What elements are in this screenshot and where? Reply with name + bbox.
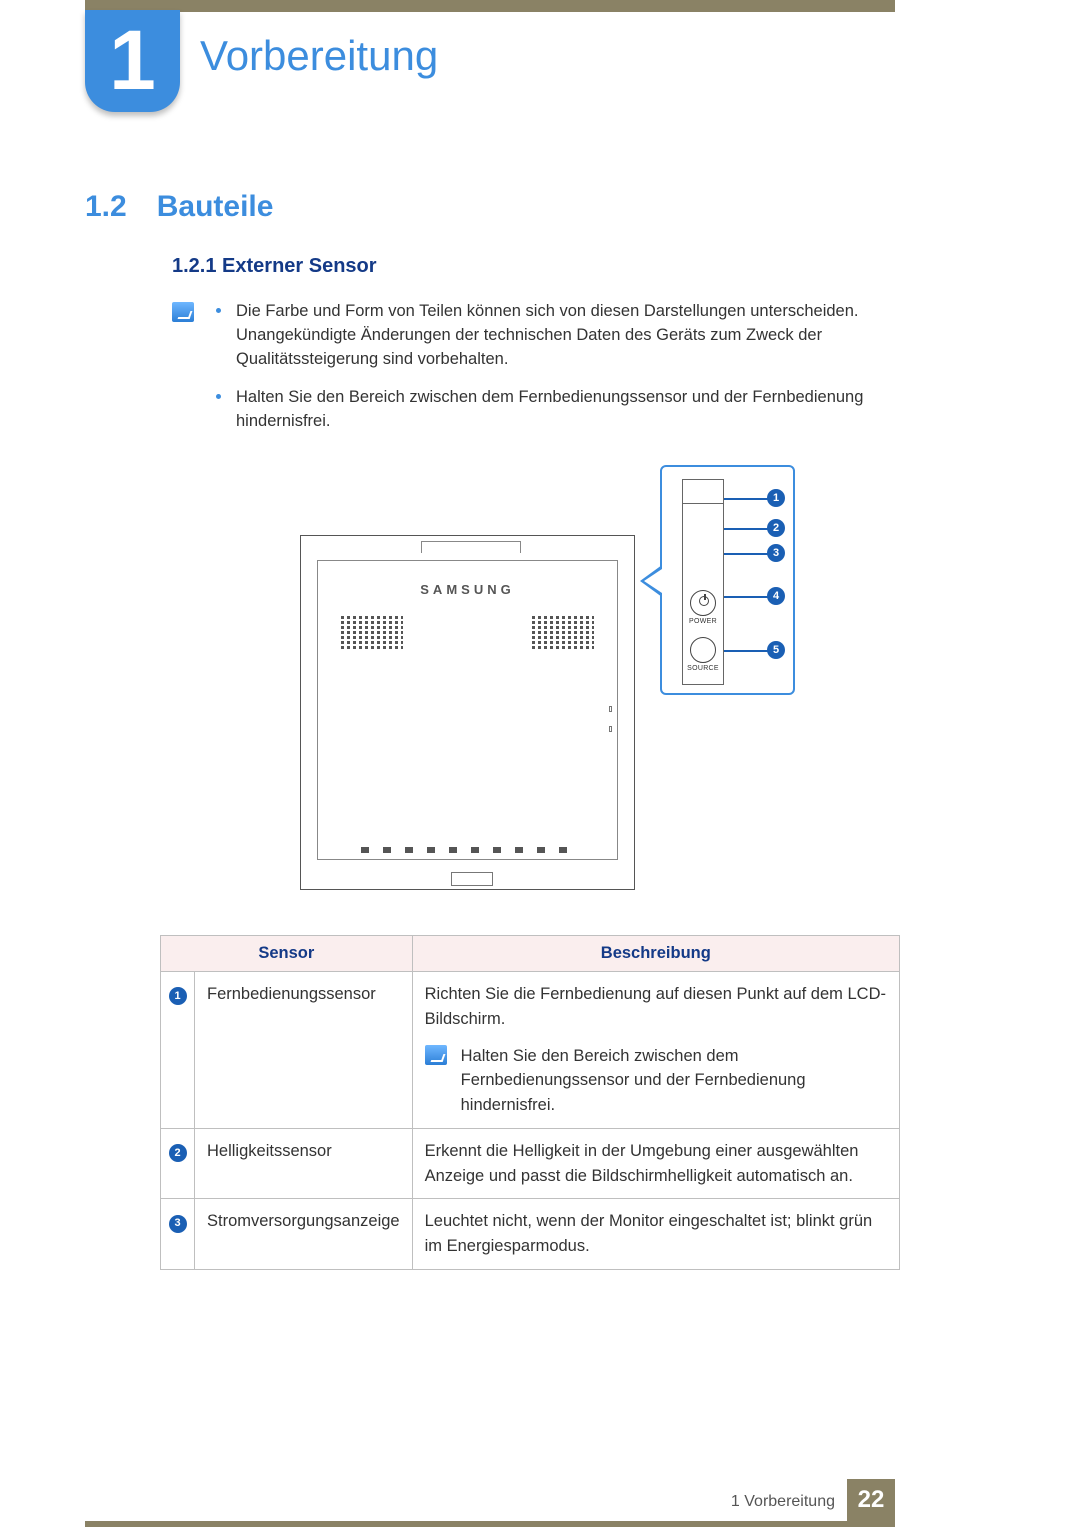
chapter-title: Vorbereitung [200, 32, 438, 80]
row-num-badge: 1 [169, 987, 187, 1005]
row-name: Fernbedienungssensor [195, 972, 413, 1129]
page-top-stripe [85, 0, 895, 12]
section-heading: 1.2 Bauteile [85, 190, 273, 224]
sensor-diagram: SAMSUNG POWER SOURCE 1 2 3 4 5 [275, 455, 795, 915]
page-bottom-stripe [85, 1521, 895, 1527]
power-button-graphic [690, 590, 716, 616]
chapter-number-badge: 1 [85, 10, 180, 112]
source-button-graphic [690, 637, 716, 663]
subsection-number: 1.2.1 [172, 255, 216, 277]
section-title: Bauteile [157, 190, 274, 224]
brand-label: SAMSUNG [301, 582, 634, 597]
subsection-heading: 1.2.1 Externer Sensor [172, 255, 377, 278]
note-bullets: Die Farbe und Form von Teilen können sic… [216, 300, 892, 448]
section-number: 1.2 [85, 190, 127, 224]
table-row: 3 Stromversorgungsanzeige Leuchtet nicht… [161, 1199, 900, 1270]
intro-note: Die Farbe und Form von Teilen können sic… [172, 300, 892, 448]
note-bullet: Halten Sie den Bereich zwischen dem Fern… [216, 386, 892, 434]
note-bullet: Die Farbe und Form von Teilen können sic… [216, 300, 892, 372]
row-inline-note: Halten Sie den Bereich zwischen dem Fern… [425, 1044, 887, 1118]
note-icon [172, 302, 194, 322]
row-note-text: Halten Sie den Bereich zwischen dem Fern… [461, 1044, 887, 1118]
row-num-badge: 3 [169, 1215, 187, 1233]
row-desc: Leuchtet nicht, wenn der Monitor eingesc… [412, 1199, 899, 1270]
table-header-sensor: Sensor [161, 936, 413, 972]
sensor-table: Sensor Beschreibung 1 Fernbedienungssens… [160, 935, 900, 1270]
power-label: POWER [683, 618, 723, 625]
footer-page-number: 22 [847, 1479, 895, 1521]
row-desc: Richten Sie die Fernbedienung auf diesen… [412, 972, 899, 1129]
row-desc-text: Richten Sie die Fernbedienung auf diesen… [425, 985, 886, 1028]
sensor-callout: POWER SOURCE 1 2 3 4 5 [660, 465, 795, 695]
footer-chapter-label: 1 Vorbereitung [731, 1493, 835, 1511]
subsection-title: Externer Sensor [222, 255, 377, 277]
note-icon [425, 1045, 447, 1065]
row-desc: Erkennt die Helligkeit in der Umgebung e… [412, 1128, 899, 1199]
sensor-strip: POWER SOURCE [682, 479, 724, 685]
source-label: SOURCE [683, 665, 723, 672]
table-row: 1 Fernbedienungssensor Richten Sie die F… [161, 972, 900, 1129]
row-name: Helligkeitssensor [195, 1128, 413, 1199]
table-row: 2 Helligkeitssensor Erkennt die Helligke… [161, 1128, 900, 1199]
table-header-desc: Beschreibung [412, 936, 899, 972]
row-name: Stromversorgungsanzeige [195, 1199, 413, 1270]
monitor-back-view: SAMSUNG [300, 535, 635, 890]
row-num-badge: 2 [169, 1144, 187, 1162]
